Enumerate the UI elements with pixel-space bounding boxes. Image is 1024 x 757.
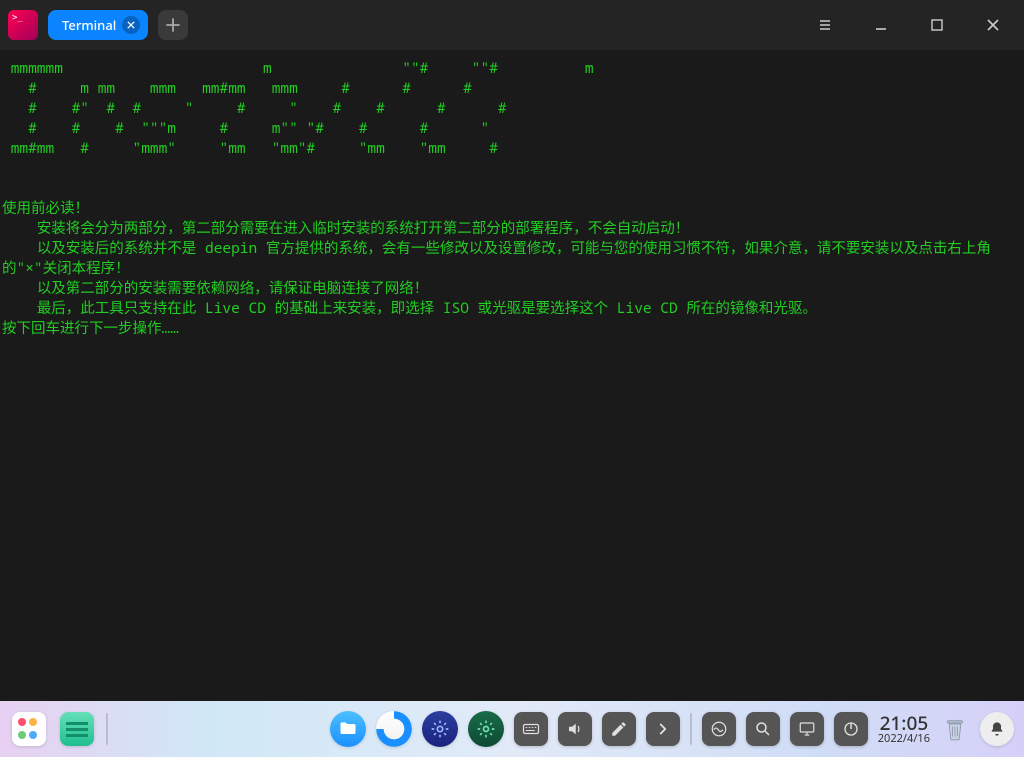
pencil-icon xyxy=(610,720,628,738)
folder-icon xyxy=(338,719,358,739)
launcher-button[interactable] xyxy=(10,710,48,748)
app-system-settings-button[interactable] xyxy=(468,711,504,747)
tray-monitor-button[interactable] xyxy=(702,712,736,746)
desktop-icon xyxy=(798,720,816,738)
tray-desktop-button[interactable] xyxy=(790,712,824,746)
window-minimize-button[interactable] xyxy=(858,0,904,50)
app-files-button[interactable] xyxy=(330,711,366,747)
window-menu-button[interactable] xyxy=(802,0,848,50)
tray-clock[interactable]: 21:05 2022/4/16 xyxy=(878,713,930,746)
window-titlebar: >_ Terminal xyxy=(0,0,1024,50)
tray-search-button[interactable] xyxy=(746,712,780,746)
volume-icon xyxy=(566,720,584,738)
minimize-icon xyxy=(874,18,888,32)
tray-keyboard-button[interactable] xyxy=(514,712,548,746)
app-settings-button[interactable] xyxy=(422,711,458,747)
terminal-app-icon: >_ xyxy=(8,10,38,40)
chevron-right-icon xyxy=(654,720,672,738)
power-icon xyxy=(842,720,860,738)
new-tab-button[interactable] xyxy=(158,10,188,40)
terminal-app-icon-glyph: >_ xyxy=(12,13,23,23)
window-close-button[interactable] xyxy=(970,0,1016,50)
tab-terminal[interactable]: Terminal xyxy=(48,10,148,40)
maximize-icon xyxy=(930,18,944,32)
tray-notifications-button[interactable] xyxy=(980,712,1014,746)
dock: 21:05 2022/4/16 xyxy=(0,701,1024,757)
tab-close-button[interactable] xyxy=(122,16,140,34)
clock-date: 2022/4/16 xyxy=(878,733,930,745)
dock-divider xyxy=(690,713,692,745)
wave-icon xyxy=(710,720,728,738)
trash-icon xyxy=(945,717,965,741)
gear-icon xyxy=(430,719,450,739)
close-icon xyxy=(127,21,135,29)
file-manager-button[interactable] xyxy=(58,710,96,748)
tab-label: Terminal xyxy=(62,16,116,34)
tray-trash-button[interactable] xyxy=(940,714,970,744)
terminal-output[interactable]: mmmmmm m ""# ""# m # m mm mmm mm#mm mmm … xyxy=(0,50,1024,701)
launcher-icon xyxy=(12,712,46,746)
close-icon xyxy=(986,18,1000,32)
tray-power-button[interactable] xyxy=(834,712,868,746)
bell-icon xyxy=(989,721,1005,737)
gear-icon xyxy=(476,719,496,739)
app-browser-button[interactable] xyxy=(376,711,412,747)
tray-edit-button[interactable] xyxy=(602,712,636,746)
search-icon xyxy=(754,720,772,738)
tray-next-button[interactable] xyxy=(646,712,680,746)
keyboard-icon xyxy=(522,720,540,738)
hamburger-icon xyxy=(818,18,832,32)
window-maximize-button[interactable] xyxy=(914,0,960,50)
plus-icon xyxy=(166,18,180,32)
dock-divider xyxy=(106,713,108,745)
tray-volume-button[interactable] xyxy=(558,712,592,746)
file-manager-icon xyxy=(60,712,94,746)
clock-time: 21:05 xyxy=(878,713,930,734)
